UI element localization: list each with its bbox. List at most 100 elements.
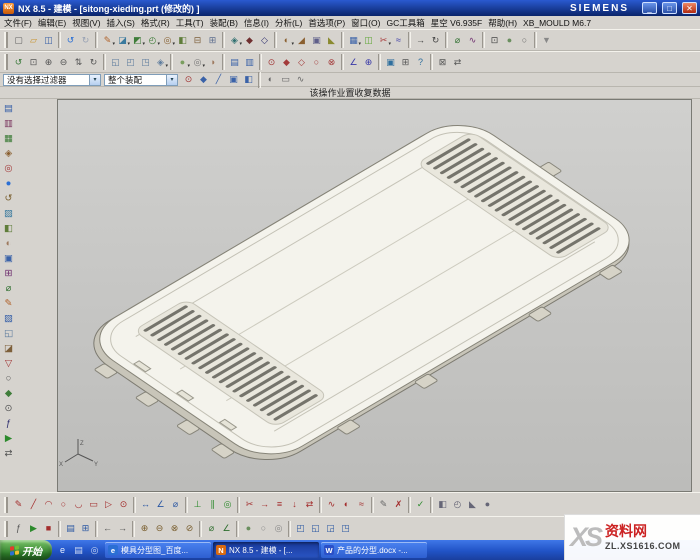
views-panel-icon[interactable]: ◱: [2, 326, 16, 341]
pan-icon[interactable]: ⇅: [71, 56, 86, 69]
select-face-icon[interactable]: ▣: [226, 73, 241, 86]
wcs-dynamics-icon[interactable]: ⊕: [361, 56, 376, 69]
group-objects-icon[interactable]: ⊞: [78, 519, 93, 539]
revolve-icon[interactable]: ◴▾: [145, 34, 160, 47]
boolean-none-icon[interactable]: ⊘: [182, 519, 197, 539]
menu-item-14[interactable]: 帮助(H): [488, 17, 517, 29]
tangent-icon[interactable]: ◎: [220, 495, 235, 515]
start-button[interactable]: 开始: [0, 540, 52, 560]
hole-icon[interactable]: ◎▾: [160, 34, 175, 47]
rotate-object-icon[interactable]: ↻: [428, 34, 443, 47]
measure-tool-icon[interactable]: ⌀: [2, 281, 16, 296]
snap-midpoint-icon[interactable]: ◇: [294, 56, 309, 69]
refresh-icon[interactable]: ↺: [11, 56, 26, 69]
menu-item-3[interactable]: 视图(V): [72, 17, 100, 29]
object-info-icon[interactable]: ▣: [383, 56, 398, 69]
new-icon[interactable]: ▢: [11, 34, 26, 47]
show-desktop-icon[interactable]: ▤: [71, 542, 86, 558]
hd3d-tools-icon[interactable]: ◎: [2, 161, 16, 176]
offset-curve-icon[interactable]: ≡: [272, 495, 287, 515]
select-vertex-icon[interactable]: ◆: [196, 73, 211, 86]
mirror-curve-icon[interactable]: ⇄: [302, 495, 317, 515]
snap-endpoint-icon[interactable]: ◆: [279, 56, 294, 69]
minimize-button[interactable]: _: [642, 2, 657, 14]
extend-curve-icon[interactable]: →: [257, 495, 272, 515]
measure-distance-icon[interactable]: ⌀: [204, 519, 219, 539]
materials-icon[interactable]: ▨: [2, 206, 16, 221]
menu-item-2[interactable]: 编辑(E): [38, 17, 66, 29]
gallery-icon[interactable]: ⊞: [2, 266, 16, 281]
reset-orientation-icon[interactable]: ⇄: [450, 56, 465, 69]
help-icon[interactable]: ?: [413, 56, 428, 69]
dim-angular-icon[interactable]: ∠: [153, 495, 168, 515]
prev-icon[interactable]: ←: [100, 519, 115, 539]
constraint-navigator-icon[interactable]: ▥: [2, 116, 16, 131]
sketch-icon[interactable]: ✎▾: [100, 34, 115, 47]
select-edge-icon[interactable]: ╱: [211, 73, 226, 86]
toolbar-handle[interactable]: [4, 497, 8, 513]
menu-item-10[interactable]: 首选项(P): [308, 17, 345, 29]
filters-icon[interactable]: ▽: [2, 356, 16, 371]
taskbar-task[interactable]: NNX 8.5 - 建模 - [...: [213, 542, 319, 558]
studio-spline-icon[interactable]: ∿: [324, 495, 339, 515]
graphics-window[interactable]: Z Y X: [57, 99, 692, 492]
circle-icon[interactable]: ○: [56, 495, 71, 515]
intersect-icon[interactable]: ◇: [257, 34, 272, 47]
zoom-in-icon[interactable]: ⊕: [41, 56, 56, 69]
toolbar-handle[interactable]: [4, 32, 8, 48]
snap-intersection-icon[interactable]: ⊗: [324, 56, 339, 69]
parallel-icon[interactable]: ∥: [205, 495, 220, 515]
subtract-icon[interactable]: ◆: [242, 34, 257, 47]
fit-view-icon[interactable]: ⊡: [487, 34, 502, 47]
taskbar-task[interactable]: e模具分型图_百度...: [105, 542, 211, 558]
chevron-down-icon[interactable]: ▾: [89, 75, 100, 85]
fillet-curve-icon[interactable]: ◡: [71, 495, 86, 515]
delete-curve-icon[interactable]: ✗: [391, 495, 406, 515]
view-cube-iso-icon[interactable]: ◳: [338, 519, 353, 539]
shell-icon[interactable]: ▣: [309, 34, 324, 47]
play-macro-icon[interactable]: ▶: [26, 519, 41, 539]
block-icon[interactable]: ◧: [435, 495, 450, 515]
extrude-icon[interactable]: ◩▾: [130, 34, 145, 47]
trim-body-icon[interactable]: ✂▾: [376, 34, 391, 47]
toolbar-handle[interactable]: [4, 54, 8, 70]
ellipse-icon[interactable]: ◐: [339, 495, 354, 515]
menu-item-13[interactable]: 星空 V6.935F: [431, 17, 483, 29]
helix-icon[interactable]: ≈: [354, 495, 369, 515]
dim-linear-icon[interactable]: ↔: [138, 495, 153, 515]
quick-trim-icon[interactable]: ✂: [242, 495, 257, 515]
stop-macro-icon[interactable]: ■: [41, 519, 56, 539]
roles-icon[interactable]: ◐: [2, 236, 16, 251]
sync-icon[interactable]: ⇄: [2, 446, 16, 461]
edge-blend-icon[interactable]: ◐▾: [279, 34, 294, 47]
web-browser-icon[interactable]: ●: [2, 176, 16, 191]
curve-analysis-icon[interactable]: ∿: [465, 34, 480, 47]
wireframe-mode-icon[interactable]: ◎▾: [190, 56, 205, 69]
fit-icon[interactable]: ⊡: [26, 56, 41, 69]
perpendicular-icon[interactable]: ⊥: [190, 495, 205, 515]
top-view-icon[interactable]: ◰: [123, 56, 138, 69]
menu-item-7[interactable]: 装配(B): [210, 17, 238, 29]
show-object-icon[interactable]: ◎: [271, 519, 286, 539]
lasso-icon[interactable]: ∿: [293, 73, 308, 86]
expressions-tool-icon[interactable]: ƒ: [11, 519, 26, 539]
move-object-icon[interactable]: →: [413, 34, 428, 47]
fullscreen-icon[interactable]: ⊠: [435, 56, 450, 69]
scenes-icon[interactable]: ◧: [2, 221, 16, 236]
templates-icon[interactable]: ▣: [2, 251, 16, 266]
chamfer-icon[interactable]: ◢: [294, 34, 309, 47]
view-cube-side-icon[interactable]: ◱: [308, 519, 323, 539]
toolbar-handle[interactable]: [4, 521, 8, 537]
layer-visible-icon[interactable]: ▥: [242, 56, 257, 69]
layer-category-icon[interactable]: ▤: [63, 519, 78, 539]
menu-item-6[interactable]: 工具(T): [176, 17, 204, 29]
edit-curve-icon[interactable]: ✎: [376, 495, 391, 515]
draft-icon[interactable]: ◣: [324, 34, 339, 47]
sections-icon[interactable]: ◪: [2, 341, 16, 356]
menu-item-12[interactable]: GC工具箱: [386, 17, 424, 29]
snap-point-icon[interactable]: ⊙: [264, 56, 279, 69]
snap-center-icon[interactable]: ○: [309, 56, 324, 69]
search-icon[interactable]: ○: [2, 371, 16, 386]
notes-icon[interactable]: ✎: [2, 296, 16, 311]
bookmarks-icon[interactable]: ◆: [2, 386, 16, 401]
